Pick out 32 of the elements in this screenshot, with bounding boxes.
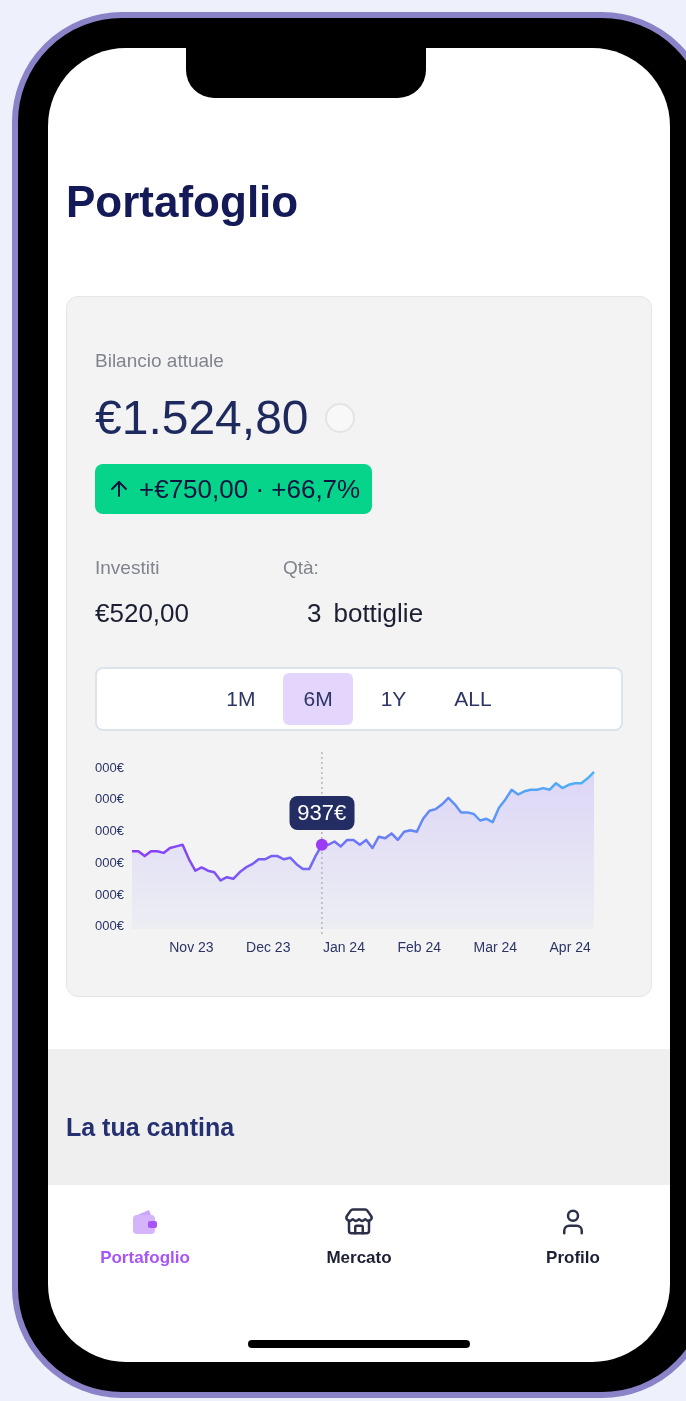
period-tab[interactable]: 1M xyxy=(206,673,276,725)
stat-label: Investiti xyxy=(95,555,161,580)
stat-unit: bottiglie xyxy=(333,597,424,630)
nav-tab[interactable]: Portafoglio xyxy=(80,1206,210,1270)
x-axis-label: Apr 24 xyxy=(549,937,591,957)
x-axis-label: Jan 24 xyxy=(322,937,365,957)
change-badge: +€750,00 · +66,7% xyxy=(95,463,373,514)
nav-tab[interactable]: Profilo xyxy=(508,1206,638,1270)
stat-value: 3 xyxy=(306,597,322,630)
nav-tab[interactable]: Mercato xyxy=(294,1206,424,1270)
y-axis-label: 000€ xyxy=(95,792,124,806)
x-axis-label: Nov 23 xyxy=(169,937,214,957)
section-title: La tua cantina xyxy=(66,1111,235,1143)
stat-label: Qtà: xyxy=(283,555,320,580)
period-tab[interactable]: ALL xyxy=(434,673,512,725)
period-tab[interactable]: 6M xyxy=(283,673,353,725)
store-icon xyxy=(344,1206,374,1237)
chart-point xyxy=(315,838,328,851)
y-axis-label: 000€ xyxy=(95,824,124,838)
x-axis-label: Mar 24 xyxy=(473,937,518,957)
page-title: Portafoglio xyxy=(66,180,300,224)
y-axis-label: 000€ xyxy=(95,855,124,869)
balance-amount: €1.524,80 xyxy=(95,389,309,446)
stat-value: €520,00 xyxy=(95,597,189,630)
balance-label: Bilancio attuale xyxy=(95,349,225,373)
period-tab[interactable]: 1Y xyxy=(360,673,427,725)
x-axis-label: Dec 23 xyxy=(246,937,291,957)
value-tooltip: 937€ xyxy=(289,796,355,831)
y-axis-label: 000€ xyxy=(95,887,124,901)
y-axis-label: 000€ xyxy=(95,760,124,774)
y-axis-label: 000€ xyxy=(95,919,124,933)
x-axis-label: Feb 24 xyxy=(397,937,441,957)
